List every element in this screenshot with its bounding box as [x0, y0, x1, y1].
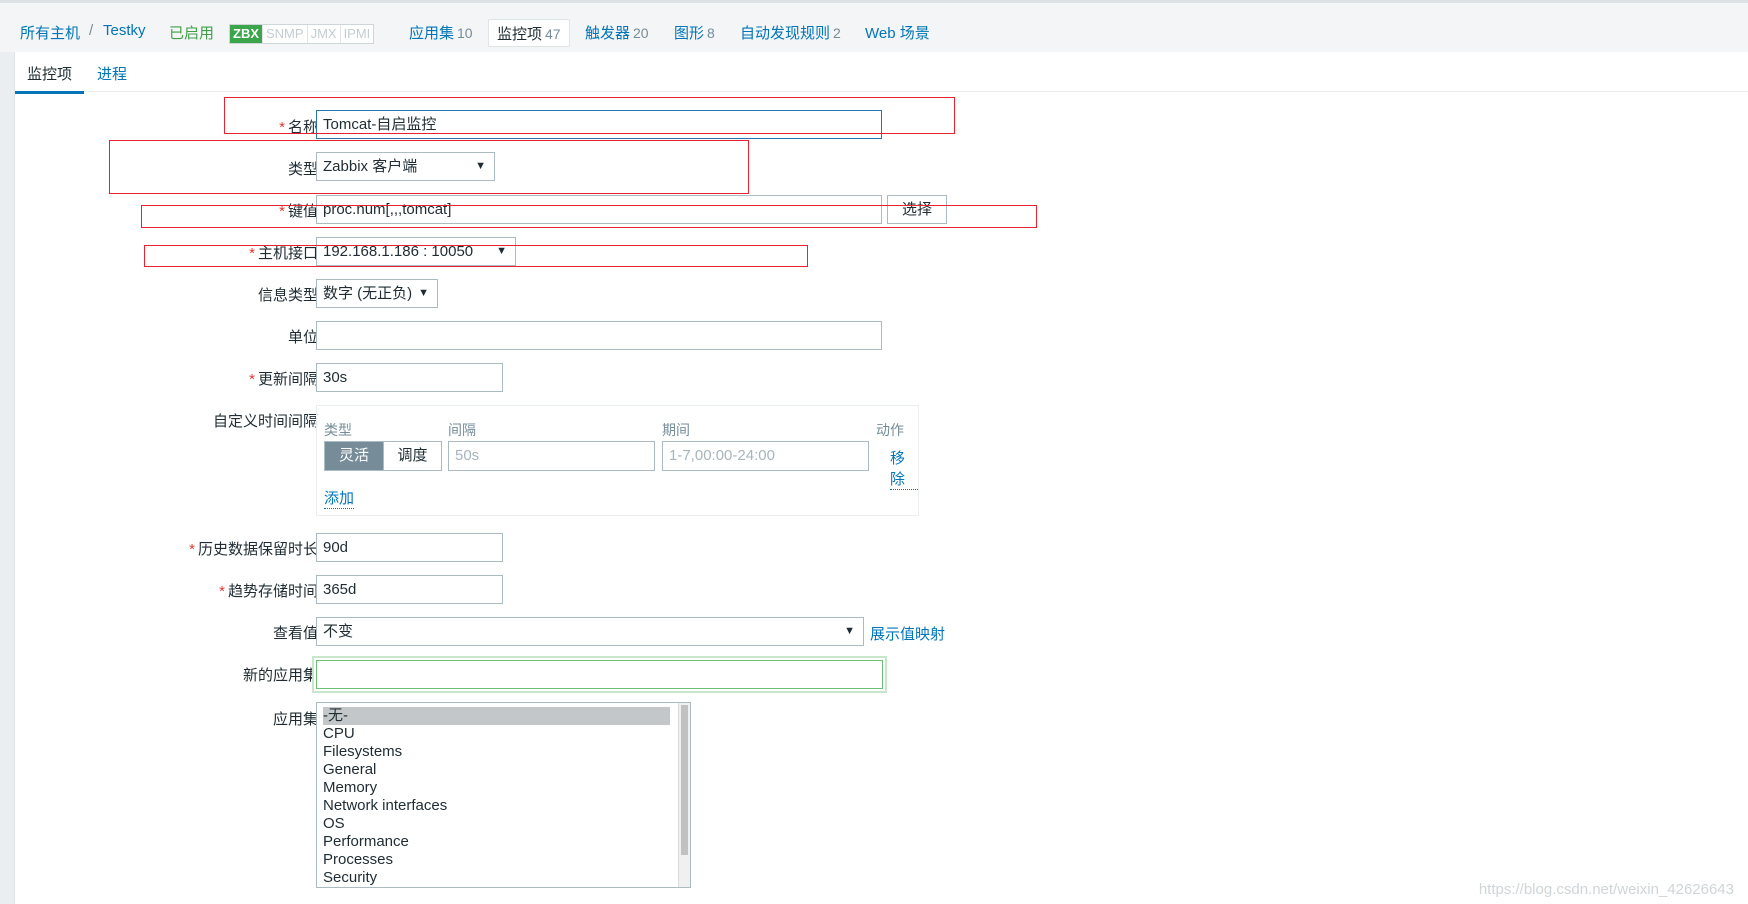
col-action-header: 动作 — [876, 422, 904, 438]
list-item[interactable]: Performance — [317, 833, 690, 851]
list-item[interactable]: Network interfaces — [317, 797, 690, 815]
tab-discovery-rules[interactable]: 自动发现规则 2 — [740, 22, 841, 43]
ipmi-badge: IPMI — [339, 25, 374, 43]
new-application-frame — [312, 656, 887, 693]
show-valuemap-link[interactable]: 展示值映射 — [870, 623, 945, 644]
list-item[interactable]: Filesystems — [317, 743, 690, 761]
zbx-badge: ZBX — [230, 25, 262, 43]
add-interval-link[interactable]: 添加 — [324, 487, 355, 509]
host-status[interactable]: 已启用 — [169, 22, 214, 43]
all-hosts-link[interactable]: 所有主机 — [20, 22, 80, 43]
annotation-box — [141, 205, 1037, 228]
jmx-badge: JMX — [306, 25, 340, 43]
item-form: 监控项 进程 * 名称 Tomcat-自启监控 类型 Zabbix 客户端 ▼ * 键… — [14, 52, 1748, 904]
info-type-select[interactable]: 数字 (无正负) ▼ — [316, 279, 438, 308]
applications-label: 应用集 — [272, 711, 318, 728]
interval-label: * 更新间隔 — [249, 371, 318, 388]
list-item[interactable]: Processes — [317, 851, 690, 869]
applications-listbox[interactable]: -无- CPU Filesystems General Memory Netwo… — [316, 702, 691, 888]
col-interval-header: 间隔 — [448, 422, 476, 438]
list-item[interactable]: Memory — [317, 779, 690, 797]
availability-indicators: ZBX SNMP JMX IPMI — [229, 24, 375, 44]
list-item[interactable]: CPU — [317, 725, 690, 743]
tab-graphs[interactable]: 图形 8 — [674, 22, 715, 43]
tab-web-scenarios[interactable]: Web 场景 — [865, 22, 933, 43]
valuemap-select[interactable]: 不变 ▼ — [316, 617, 864, 646]
interval-type-toggle: 灵活 调度 — [324, 441, 442, 471]
snmp-badge: SNMP — [262, 25, 307, 43]
custom-period-input[interactable]: 1-7,00:00-24:00 — [662, 441, 869, 471]
list-item[interactable]: OS — [317, 815, 690, 833]
col-type-header: 类型 — [324, 422, 352, 438]
subtab-item[interactable]: 监控项 — [14, 63, 85, 94]
chevron-down-icon: ▼ — [844, 625, 855, 637]
trends-input[interactable]: 365d — [316, 575, 503, 604]
list-item[interactable]: -无- — [323, 707, 670, 725]
custom-intervals-label: 自定义时间间隔 — [212, 413, 318, 430]
list-item[interactable]: General — [317, 761, 690, 779]
col-period-header: 期间 — [662, 422, 690, 438]
annotation-box — [224, 97, 955, 134]
custom-intervals-table: 类型 间隔 期间 动作 灵活 调度 50s 1-7,00:00-24:00 移除… — [316, 405, 919, 516]
form-subtabs: 监控项 进程 — [14, 52, 1748, 94]
units-input[interactable] — [316, 321, 882, 350]
scrollbar-thumb[interactable] — [681, 705, 688, 855]
tab-triggers[interactable]: 触发器 20 — [585, 22, 649, 43]
listbox-scrollbar[interactable] — [678, 703, 690, 887]
host-link[interactable]: Testky — [103, 22, 146, 39]
annotation-box — [109, 140, 749, 194]
chevron-down-icon: ▼ — [418, 287, 429, 299]
valuemap-label: 查看值 — [272, 625, 318, 642]
watermark: https://blog.csdn.net/weixin_42626643 — [1478, 881, 1734, 898]
list-item[interactable]: Security — [317, 869, 690, 887]
remove-interval-link[interactable]: 移除 — [890, 447, 918, 490]
tab-items[interactable]: 监控项 47 — [488, 19, 570, 47]
info-type-label: 信息类型 — [257, 287, 318, 304]
top-navigation: 所有主机 / Testky 已启用 ZBX SNMP JMX IPMI 应用集 1… — [0, 0, 1748, 52]
flexible-option[interactable]: 灵活 — [325, 442, 383, 470]
scheduling-option[interactable]: 调度 — [383, 442, 441, 470]
new-application-label: 新的应用集 — [242, 667, 318, 684]
units-label: 单位 — [287, 329, 318, 346]
subtab-process[interactable]: 进程 — [97, 63, 127, 84]
new-application-input[interactable] — [316, 660, 883, 689]
history-input[interactable]: 90d — [316, 533, 503, 562]
history-label: * 历史数据保留时长 — [189, 541, 318, 558]
custom-interval-input[interactable]: 50s — [448, 441, 655, 471]
annotation-box — [144, 245, 808, 267]
tab-applications[interactable]: 应用集 10 — [409, 22, 473, 43]
breadcrumb-separator: / — [89, 22, 94, 39]
interval-input[interactable]: 30s — [316, 363, 503, 392]
trends-label: * 趋势存储时间 — [219, 583, 318, 600]
